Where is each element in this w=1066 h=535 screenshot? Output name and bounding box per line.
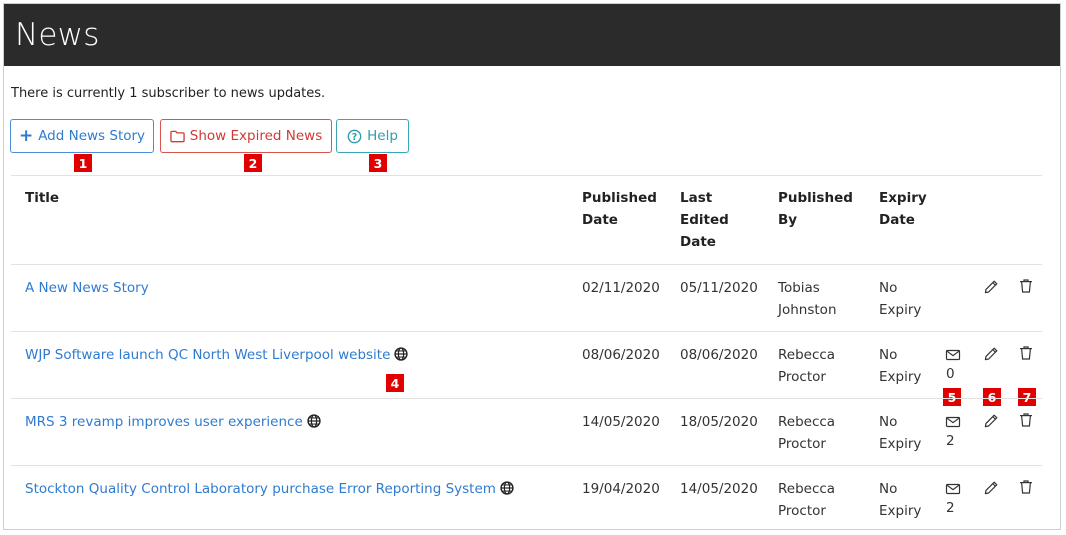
help-label: Help (367, 128, 398, 144)
table-divider (11, 331, 1042, 332)
last-edited-date-cell: 05/11/2020 (680, 280, 758, 296)
table-row-title: MRS 3 revamp improves user experience (25, 411, 321, 433)
column-header-expiry-date: Expiry Date (879, 190, 927, 228)
question-circle-icon: ? (347, 129, 362, 144)
news-story-link[interactable]: Stockton Quality Control Laboratory purc… (25, 478, 496, 500)
expiry-date-cell: No Expiry (879, 414, 922, 452)
news-story-link[interactable]: MRS 3 revamp improves user experience (25, 411, 303, 433)
annotation-marker: 4 (386, 374, 404, 392)
globe-icon[interactable] (307, 413, 321, 428)
pencil-icon[interactable] (983, 413, 999, 429)
pencil-icon[interactable] (983, 346, 999, 362)
trash-icon[interactable] (1018, 345, 1034, 361)
column-header-published-date: Published Date (582, 190, 657, 228)
published-date-cell: 14/05/2020 (582, 414, 660, 430)
column-header-published-by: Published By (778, 190, 853, 228)
envelope-icon[interactable] (945, 414, 961, 430)
column-header-last-edited-date: Last Edited Date (680, 190, 729, 250)
published-date-cell: 02/11/2020 (582, 280, 660, 296)
page-title: News (15, 17, 100, 53)
trash-icon[interactable] (1018, 278, 1034, 294)
globe-icon[interactable] (394, 346, 409, 361)
plus-icon: + (18, 125, 34, 146)
subscriber-count-text: There is currently 1 subscriber to news … (11, 86, 326, 101)
expiry-date-cell: No Expiry (879, 280, 922, 318)
news-story-title: Stockton Quality Control Laboratory purc… (25, 481, 496, 497)
last-edited-date-cell: 08/06/2020 (680, 347, 758, 363)
add-news-story-button[interactable]: + Add News Story (10, 119, 154, 153)
expiry-date-cell: No Expiry (879, 347, 922, 385)
mail-count: 2 (946, 433, 955, 449)
table-divider (11, 398, 1042, 399)
table-row-title: Stockton Quality Control Laboratory purc… (25, 478, 514, 500)
last-edited-date-cell: 14/05/2020 (680, 481, 758, 497)
annotation-marker: 6 (983, 388, 1001, 406)
show-expired-news-button[interactable]: Show Expired News (160, 119, 332, 153)
svg-text:?: ? (352, 131, 357, 142)
mail-count: 2 (946, 500, 955, 516)
table-row-title: A New News Story (25, 277, 149, 299)
mail-count: 0 (946, 366, 955, 382)
annotation-marker: 2 (244, 154, 262, 172)
table-divider (11, 175, 1042, 176)
news-story-link[interactable]: WJP Software launch QC North West Liverp… (25, 344, 390, 366)
published-date-cell: 08/06/2020 (582, 347, 660, 363)
annotation-marker: 7 (1018, 388, 1036, 406)
news-story-title: WJP Software launch QC North West Liverp… (25, 347, 391, 363)
annotation-marker: 1 (74, 154, 92, 172)
expiry-date-cell: No Expiry (879, 481, 922, 519)
globe-icon[interactable] (500, 480, 514, 495)
envelope-icon[interactable] (945, 347, 961, 363)
table-divider (11, 465, 1042, 466)
show-expired-news-label: Show Expired News (189, 128, 323, 144)
published-by-cell: Rebecca Proctor (778, 347, 836, 385)
add-news-story-label: Add News Story (38, 128, 146, 144)
pencil-icon[interactable] (983, 279, 999, 295)
table-row-title: WJP Software launch QC North West Liverp… (25, 344, 409, 366)
annotation-marker: 3 (369, 154, 387, 172)
published-by-cell: Tobias Johnston (778, 280, 837, 318)
folder-icon (170, 130, 185, 143)
annotation-marker: 5 (943, 388, 961, 406)
news-story-title: A New News Story (25, 280, 149, 296)
page-header: News (4, 4, 1060, 66)
pencil-icon[interactable] (983, 480, 999, 496)
news-story-title: MRS 3 revamp improves user experience (25, 414, 303, 430)
help-button[interactable]: ? Help (336, 119, 409, 153)
published-date-cell: 19/04/2020 (582, 481, 660, 497)
trash-icon[interactable] (1018, 412, 1034, 428)
published-by-cell: Rebecca Proctor (778, 481, 836, 519)
news-story-link[interactable]: A New News Story (25, 277, 149, 299)
table-divider (11, 264, 1042, 265)
published-by-cell: Rebecca Proctor (778, 414, 836, 452)
trash-icon[interactable] (1018, 479, 1034, 495)
column-header-title: Title (25, 190, 60, 206)
envelope-icon[interactable] (945, 481, 961, 497)
last-edited-date-cell: 18/05/2020 (680, 414, 758, 430)
